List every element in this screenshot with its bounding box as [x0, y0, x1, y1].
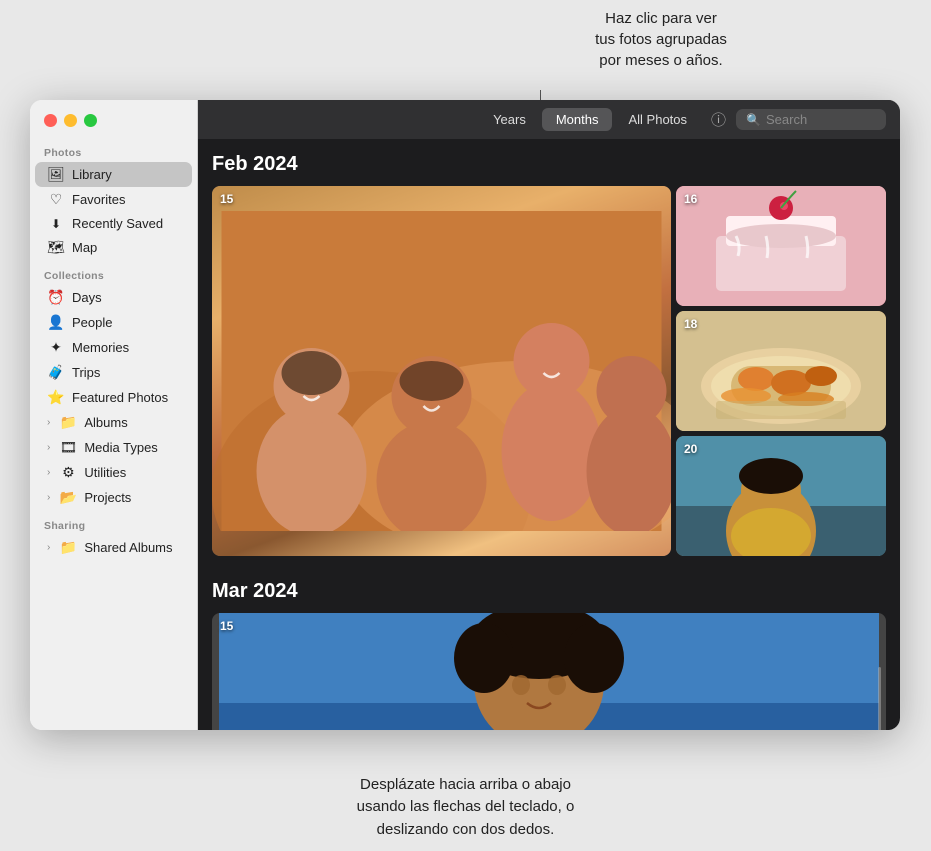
cake-photo-bg	[676, 186, 886, 306]
days-icon: ⏰	[47, 289, 65, 306]
sidebar-item-albums[interactable]: › 📁 Albums	[35, 410, 192, 435]
sidebar-item-utilities[interactable]: › ⚙ Utilities	[35, 460, 192, 485]
photo-grid-feb: 15	[212, 186, 886, 556]
chevron-icon: ›	[47, 492, 50, 503]
photo-number-mar-15: 15	[220, 619, 233, 633]
food-photo-bg	[676, 311, 886, 431]
info-button[interactable]: ⓘ	[711, 109, 726, 130]
tooltip-bottom: Desplázate hacia arriba o abajo usando l…	[357, 774, 575, 842]
media-types-icon: 🎞	[59, 439, 77, 456]
toolbar: Years Months All Photos ⓘ 🔍	[198, 100, 900, 139]
scroll-area[interactable]: Feb 2024	[198, 139, 900, 730]
sidebar-section-collections: Collections	[30, 260, 197, 285]
search-input[interactable]	[766, 112, 876, 127]
sidebar-item-label: Recently Saved	[72, 216, 182, 231]
trips-icon: 🧳	[47, 364, 65, 381]
sidebar-item-projects[interactable]: › 📂 Projects	[35, 485, 192, 510]
featured-photos-icon: ⭐	[47, 389, 65, 406]
tooltip-top: Haz clic para ver tus fotos agrupadas po…	[551, 0, 771, 71]
sidebar-item-label: Favorites	[72, 192, 182, 207]
sidebar-item-label: Shared Albums	[84, 540, 182, 555]
sidebar-item-label: Days	[72, 290, 182, 305]
sidebar-item-media-types[interactable]: › 🎞 Media Types	[35, 435, 192, 460]
photo-side-food[interactable]: 18	[676, 311, 886, 431]
tab-years[interactable]: Years	[479, 108, 540, 131]
sidebar-item-label: Utilities	[84, 465, 182, 480]
sidebar: Photos 🖼 Library ♡ Favorites ⬇ Recently …	[30, 100, 198, 730]
sidebar-item-trips[interactable]: 🧳 Trips	[35, 360, 192, 385]
chevron-icon: ›	[47, 417, 50, 428]
sidebar-item-featured-photos[interactable]: ⭐ Featured Photos	[35, 385, 192, 410]
sidebar-item-map[interactable]: 🗺 Map	[35, 235, 192, 260]
photo-grid-mar: 15	[212, 613, 886, 730]
photo-number-15: 15	[220, 192, 233, 206]
minimize-button[interactable]	[64, 114, 77, 127]
portrait-photo-bg	[676, 436, 886, 556]
close-button[interactable]	[44, 114, 57, 127]
sidebar-section-sharing: Sharing	[30, 510, 197, 535]
month-label-mar: Mar 2024	[212, 566, 886, 613]
tab-all-photos[interactable]: All Photos	[614, 108, 701, 131]
sidebar-item-days[interactable]: ⏰ Days	[35, 285, 192, 310]
mar-photo-svg	[212, 613, 886, 730]
scroll-indicator	[878, 667, 881, 730]
photo-main-mar[interactable]: 15	[212, 613, 886, 730]
sidebar-item-label: Projects	[84, 490, 182, 505]
sidebar-item-memories[interactable]: ✦ Memories	[35, 335, 192, 360]
people-icon: 👤	[47, 314, 65, 331]
sidebar-item-label: Media Types	[84, 440, 182, 455]
app-window: Photos 🖼 Library ♡ Favorites ⬇ Recently …	[30, 100, 900, 730]
sidebar-item-label: Map	[72, 240, 182, 255]
photo-side-portrait[interactable]: 20	[676, 436, 886, 556]
sidebar-item-library[interactable]: 🖼 Library	[35, 162, 192, 187]
favorites-icon: ♡	[47, 191, 65, 208]
group-photo-bg	[212, 186, 671, 556]
sidebar-item-label: Memories	[72, 340, 182, 355]
photo-number-18: 18	[684, 317, 697, 331]
sidebar-item-label: Featured Photos	[72, 390, 182, 405]
recently-saved-icon: ⬇	[47, 217, 65, 231]
portrait-svg	[676, 436, 886, 556]
chevron-icon: ›	[47, 467, 50, 478]
sidebar-item-shared-albums[interactable]: › 📁 Shared Albums	[35, 535, 192, 560]
sidebar-item-label: Albums	[84, 415, 182, 430]
memories-icon: ✦	[47, 339, 65, 356]
sidebar-item-label: Trips	[72, 365, 182, 380]
cake-svg	[676, 186, 886, 306]
main-content: Years Months All Photos ⓘ 🔍 Feb 2024	[198, 100, 900, 730]
month-section-feb-2024: Feb 2024	[212, 139, 886, 556]
map-icon: 🗺	[47, 239, 65, 256]
library-icon: 🖼	[47, 166, 65, 183]
photo-main-feb[interactable]: 15	[212, 186, 671, 556]
albums-icon: 📁	[59, 414, 77, 431]
sidebar-item-label: Library	[72, 167, 182, 182]
chevron-icon: ›	[47, 442, 50, 453]
search-icon: 🔍	[746, 113, 761, 127]
projects-icon: 📂	[59, 489, 77, 506]
month-label-feb: Feb 2024	[212, 139, 886, 186]
group-photo-svg	[212, 211, 671, 531]
maximize-button[interactable]	[84, 114, 97, 127]
photo-number-16: 16	[684, 192, 697, 206]
search-box[interactable]: 🔍	[736, 109, 886, 130]
sidebar-item-people[interactable]: 👤 People	[35, 310, 192, 335]
sidebar-item-recently-saved[interactable]: ⬇ Recently Saved	[35, 212, 192, 235]
photo-number-20: 20	[684, 442, 697, 456]
photo-side-cake[interactable]: 16	[676, 186, 886, 306]
chevron-icon: ›	[47, 542, 50, 553]
tab-months[interactable]: Months	[542, 108, 613, 131]
month-section-mar-2024: Mar 2024	[212, 566, 886, 730]
shared-albums-icon: 📁	[59, 539, 77, 556]
sidebar-section-photos: Photos	[30, 137, 197, 162]
food-svg	[676, 311, 886, 431]
sidebar-item-label: People	[72, 315, 182, 330]
traffic-lights	[30, 100, 197, 137]
sidebar-item-favorites[interactable]: ♡ Favorites	[35, 187, 192, 212]
utilities-icon: ⚙	[59, 464, 77, 481]
